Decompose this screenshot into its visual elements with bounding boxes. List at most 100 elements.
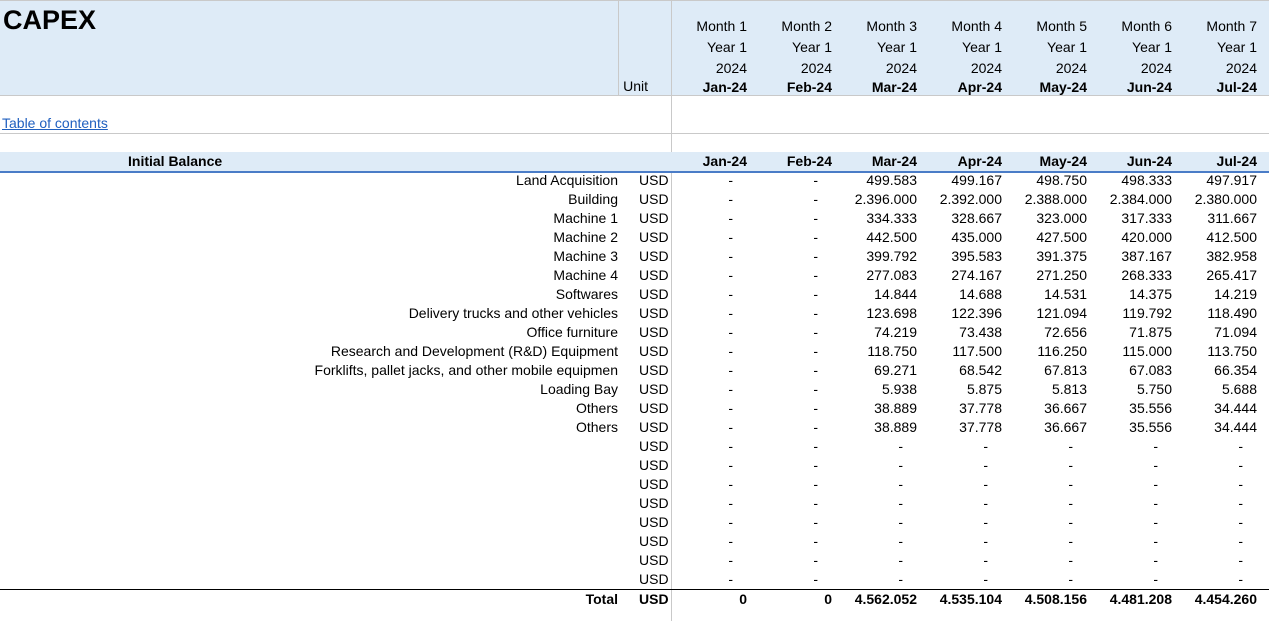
cell-value[interactable]: -: [758, 247, 843, 266]
cell-value[interactable]: -: [758, 494, 843, 513]
cell-value[interactable]: -: [928, 456, 1013, 475]
cell-value[interactable]: -: [673, 323, 758, 342]
cell-value[interactable]: 395.583: [928, 247, 1013, 266]
cell-value[interactable]: 34.444: [1183, 418, 1268, 437]
cell-value[interactable]: -: [758, 456, 843, 475]
cell-value[interactable]: -: [928, 494, 1013, 513]
cell-value[interactable]: -: [758, 513, 843, 532]
cell-value[interactable]: 311.667: [1183, 209, 1268, 228]
cell-value[interactable]: -: [758, 190, 843, 209]
cell-value[interactable]: -: [673, 247, 758, 266]
cell-value[interactable]: -: [928, 475, 1013, 494]
cell-value[interactable]: -: [758, 304, 843, 323]
cell-value[interactable]: -: [843, 456, 928, 475]
cell-value[interactable]: 4.481.208: [1098, 590, 1183, 609]
cell-value[interactable]: 68.542: [928, 361, 1013, 380]
cell-value[interactable]: 118.750: [843, 342, 928, 361]
cell-value[interactable]: -: [673, 551, 758, 570]
cell-value[interactable]: -: [758, 570, 843, 589]
cell-value[interactable]: 119.792: [1098, 304, 1183, 323]
cell-value[interactable]: -: [928, 551, 1013, 570]
cell-value[interactable]: 116.250: [1013, 342, 1098, 361]
cell-value[interactable]: -: [1013, 456, 1098, 475]
cell-value[interactable]: -: [1183, 437, 1268, 456]
cell-value[interactable]: -: [1098, 551, 1183, 570]
cell-value[interactable]: -: [1098, 513, 1183, 532]
cell-value[interactable]: 271.250: [1013, 266, 1098, 285]
cell-value[interactable]: -: [843, 513, 928, 532]
cell-value[interactable]: 123.698: [843, 304, 928, 323]
cell-value[interactable]: 317.333: [1098, 209, 1183, 228]
cell-value[interactable]: 323.000: [1013, 209, 1098, 228]
cell-value[interactable]: 5.813: [1013, 380, 1098, 399]
cell-value[interactable]: 2.392.000: [928, 190, 1013, 209]
cell-value[interactable]: 14.844: [843, 285, 928, 304]
cell-value[interactable]: 391.375: [1013, 247, 1098, 266]
cell-value[interactable]: -: [673, 437, 758, 456]
cell-value[interactable]: -: [928, 513, 1013, 532]
cell-value[interactable]: -: [673, 399, 758, 418]
cell-value[interactable]: 4.454.260: [1183, 590, 1268, 609]
cell-value[interactable]: -: [758, 285, 843, 304]
cell-value[interactable]: -: [758, 209, 843, 228]
cell-value[interactable]: -: [1098, 494, 1183, 513]
cell-value[interactable]: -: [758, 228, 843, 247]
cell-value[interactable]: 72.656: [1013, 323, 1098, 342]
cell-value[interactable]: -: [758, 475, 843, 494]
cell-value[interactable]: -: [673, 456, 758, 475]
cell-value[interactable]: 36.667: [1013, 399, 1098, 418]
cell-value[interactable]: -: [673, 361, 758, 380]
cell-value[interactable]: 67.083: [1098, 361, 1183, 380]
cell-value[interactable]: 2.384.000: [1098, 190, 1183, 209]
cell-value[interactable]: 2.396.000: [843, 190, 928, 209]
cell-value[interactable]: 274.167: [928, 266, 1013, 285]
cell-value[interactable]: -: [673, 266, 758, 285]
cell-value[interactable]: 0: [673, 590, 758, 609]
cell-value[interactable]: 118.490: [1183, 304, 1268, 323]
cell-value[interactable]: 37.778: [928, 418, 1013, 437]
cell-value[interactable]: -: [928, 437, 1013, 456]
cell-value[interactable]: -: [1183, 475, 1268, 494]
cell-value[interactable]: 36.667: [1013, 418, 1098, 437]
cell-value[interactable]: -: [843, 551, 928, 570]
cell-value[interactable]: 5.750: [1098, 380, 1183, 399]
cell-value[interactable]: -: [673, 285, 758, 304]
cell-value[interactable]: 498.333: [1098, 171, 1183, 190]
cell-value[interactable]: 387.167: [1098, 247, 1183, 266]
cell-value[interactable]: 442.500: [843, 228, 928, 247]
cell-value[interactable]: -: [843, 532, 928, 551]
cell-value[interactable]: 73.438: [928, 323, 1013, 342]
cell-value[interactable]: -: [1013, 494, 1098, 513]
cell-value[interactable]: 268.333: [1098, 266, 1183, 285]
cell-value[interactable]: 67.813: [1013, 361, 1098, 380]
cell-value[interactable]: -: [673, 532, 758, 551]
cell-value[interactable]: 4.535.104: [928, 590, 1013, 609]
cell-value[interactable]: -: [758, 361, 843, 380]
cell-value[interactable]: 2.380.000: [1183, 190, 1268, 209]
cell-value[interactable]: -: [673, 418, 758, 437]
cell-value[interactable]: 499.583: [843, 171, 928, 190]
cell-value[interactable]: -: [843, 437, 928, 456]
cell-value[interactable]: -: [758, 399, 843, 418]
cell-value[interactable]: -: [1098, 437, 1183, 456]
cell-value[interactable]: -: [1013, 475, 1098, 494]
cell-value[interactable]: -: [1013, 513, 1098, 532]
cell-value[interactable]: -: [673, 228, 758, 247]
cell-value[interactable]: 420.000: [1098, 228, 1183, 247]
cell-value[interactable]: 38.889: [843, 418, 928, 437]
cell-value[interactable]: -: [1183, 532, 1268, 551]
cell-value[interactable]: -: [1013, 532, 1098, 551]
cell-value[interactable]: -: [1013, 570, 1098, 589]
cell-value[interactable]: -: [758, 266, 843, 285]
cell-value[interactable]: 0: [758, 590, 843, 609]
cell-value[interactable]: -: [673, 190, 758, 209]
cell-value[interactable]: -: [673, 494, 758, 513]
cell-value[interactable]: 498.750: [1013, 171, 1098, 190]
cell-value[interactable]: 14.219: [1183, 285, 1268, 304]
cell-value[interactable]: -: [1098, 475, 1183, 494]
table-of-contents-link[interactable]: Table of contents: [2, 115, 108, 132]
cell-value[interactable]: -: [673, 475, 758, 494]
cell-value[interactable]: -: [758, 171, 843, 190]
cell-value[interactable]: 5.875: [928, 380, 1013, 399]
cell-value[interactable]: -: [673, 342, 758, 361]
